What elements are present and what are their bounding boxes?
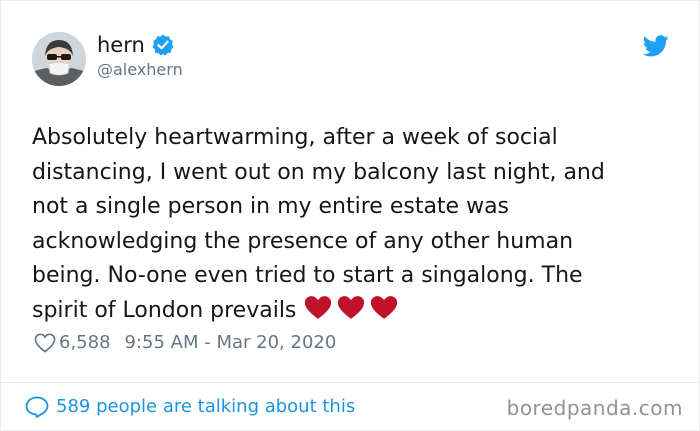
speech-bubble-icon xyxy=(25,396,49,418)
conversation-link[interactable]: 589 people are talking about this xyxy=(25,395,355,419)
tweet-meta: 6,588 9:55 AM - Mar 20, 2020 xyxy=(34,331,336,355)
tweet-card: hern @alexhern Absolutely heartwarming, … xyxy=(0,0,700,431)
avatar[interactable] xyxy=(32,32,86,86)
red-heart-icon xyxy=(305,295,332,319)
conversation-text: 589 people are talking about this xyxy=(56,396,356,417)
red-heart-icon xyxy=(338,295,365,319)
red-heart-icon xyxy=(371,295,398,319)
display-name[interactable]: hern xyxy=(97,32,145,58)
author-handle[interactable]: @alexhern xyxy=(97,60,183,80)
divider xyxy=(1,382,700,383)
heart-emoji-group xyxy=(304,295,398,320)
author-name-row: hern xyxy=(97,32,175,58)
twitter-bird-icon[interactable] xyxy=(642,35,669,57)
tweet-body: Absolutely heartwarming, after a week of… xyxy=(32,125,605,323)
avatar-image xyxy=(32,32,86,86)
watermark: boredpanda.com xyxy=(506,396,683,420)
verified-badge-icon xyxy=(151,33,175,57)
heart-outline-icon[interactable] xyxy=(34,333,56,353)
tweet-timestamp[interactable]: 9:55 AM - Mar 20, 2020 xyxy=(125,331,337,355)
like-count[interactable]: 6,588 xyxy=(59,331,111,355)
tweet-text: Absolutely heartwarming, after a week of… xyxy=(32,121,682,328)
